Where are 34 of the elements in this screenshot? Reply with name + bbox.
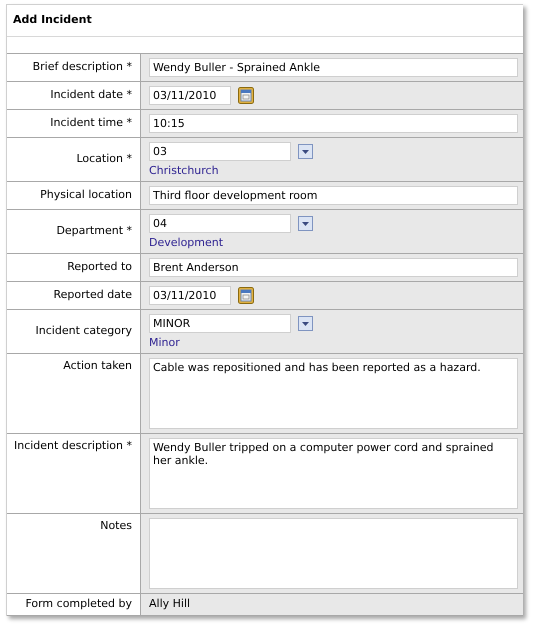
text-field[interactable]: Brent Anderson (149, 258, 518, 277)
dropdown-button[interactable] (298, 144, 313, 159)
field-value: Ally Hill (149, 596, 190, 612)
field-label: Brief description * (32, 59, 132, 76)
code-field[interactable]: 03 (149, 142, 291, 161)
calendar-icon[interactable] (238, 87, 254, 104)
field-label: Action taken (63, 358, 132, 374)
text-area[interactable]: Cable was repositioned and has been reported as a hazard. (149, 358, 518, 429)
field-label: Reported to (67, 259, 132, 276)
calendar-icon[interactable] (238, 287, 254, 304)
text-field[interactable]: Wendy Buller - Sprained Ankle (149, 58, 518, 77)
field-label: Location * (76, 151, 132, 168)
date-field[interactable]: 03/11/2010 (149, 286, 231, 305)
field-label: Notes (100, 518, 132, 534)
form-title: Add Incident (13, 12, 92, 28)
code-field[interactable]: 04 (149, 214, 291, 233)
field-label: Physical location (40, 187, 132, 204)
code-field[interactable]: MINOR (149, 314, 291, 333)
field-label: Incident description * (14, 438, 132, 454)
lookup-description: Development (149, 235, 224, 251)
dropdown-button[interactable] (298, 316, 313, 331)
text-area[interactable]: Wendy Buller tripped on a computer power cord and sprained her ankle. (149, 438, 518, 509)
text-field[interactable]: 10:15 (149, 114, 518, 133)
field-label: Incident time * (50, 115, 132, 132)
field-label: Incident category (36, 323, 132, 340)
lookup-description: Minor (149, 335, 181, 351)
field-label: Reported date (53, 287, 132, 304)
field-label: Incident date * (50, 87, 132, 104)
dropdown-button[interactable] (298, 216, 313, 231)
date-field[interactable]: 03/11/2010 (149, 86, 231, 105)
field-label: Department * (56, 223, 132, 240)
text-field[interactable]: Third floor development room (149, 186, 518, 205)
field-label: Form completed by (25, 596, 132, 612)
lookup-description: Christchurch (149, 163, 220, 179)
